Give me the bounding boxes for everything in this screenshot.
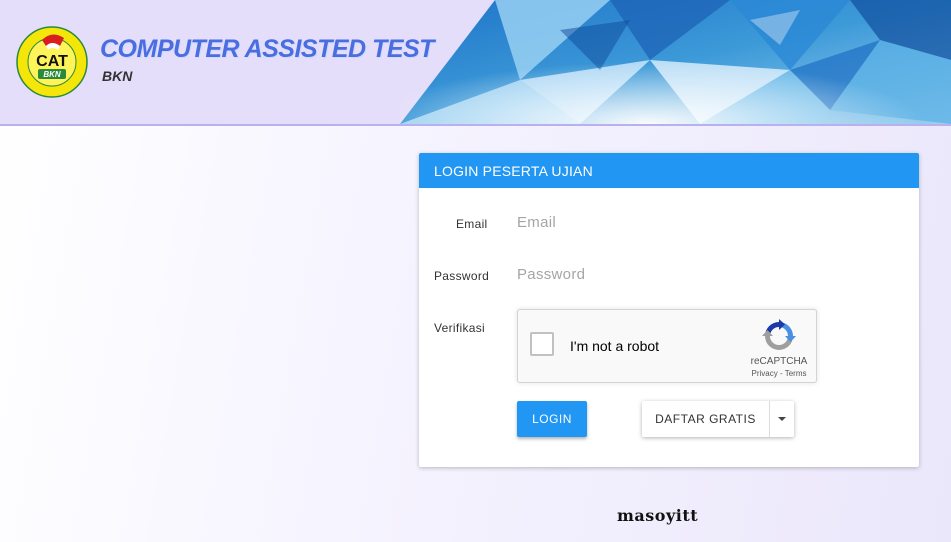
register-button[interactable]: DAFTAR GRATIS xyxy=(642,401,769,437)
email-label: Email xyxy=(456,217,488,231)
app-subtitle: BKN xyxy=(102,68,133,84)
recaptcha-links: Privacy - Terms xyxy=(746,369,812,378)
register-dropdown-toggle[interactable] xyxy=(769,401,794,437)
login-button[interactable]: LOGIN xyxy=(517,401,587,437)
email-input[interactable] xyxy=(517,208,897,236)
cat-bkn-logo: CAT BKN xyxy=(16,26,88,98)
page-header: CAT BKN COMPUTER ASSISTED TEST BKN xyxy=(0,0,951,126)
logo-badge-text: BKN xyxy=(43,70,61,79)
recaptcha-checkbox[interactable] xyxy=(530,332,554,356)
password-input[interactable] xyxy=(517,260,897,288)
recaptcha-link-separator: - xyxy=(777,369,785,378)
recaptcha-privacy-link[interactable]: Privacy xyxy=(752,369,778,378)
geometric-banner xyxy=(400,0,951,124)
password-label: Password xyxy=(434,269,490,283)
app-title: COMPUTER ASSISTED TEST xyxy=(100,35,434,63)
watermark: masoyitt xyxy=(617,506,699,525)
recaptcha-brand: reCAPTCHA xyxy=(750,356,808,367)
login-panel-heading: LOGIN PESERTA UJIAN xyxy=(419,153,919,188)
logo-center-text: CAT xyxy=(36,53,68,70)
recaptcha-widget: I'm not a robot reCAPTCHA Privacy - Term… xyxy=(517,309,817,383)
register-button-group: DAFTAR GRATIS xyxy=(642,401,794,437)
chevron-down-icon xyxy=(778,417,786,421)
recaptcha-label: I'm not a robot xyxy=(570,338,660,354)
verification-label: Verifikasi xyxy=(434,321,486,335)
login-panel: LOGIN PESERTA UJIAN Email Password Verif… xyxy=(419,153,919,467)
recaptcha-terms-link[interactable]: Terms xyxy=(785,369,807,378)
recaptcha-icon xyxy=(762,319,796,350)
